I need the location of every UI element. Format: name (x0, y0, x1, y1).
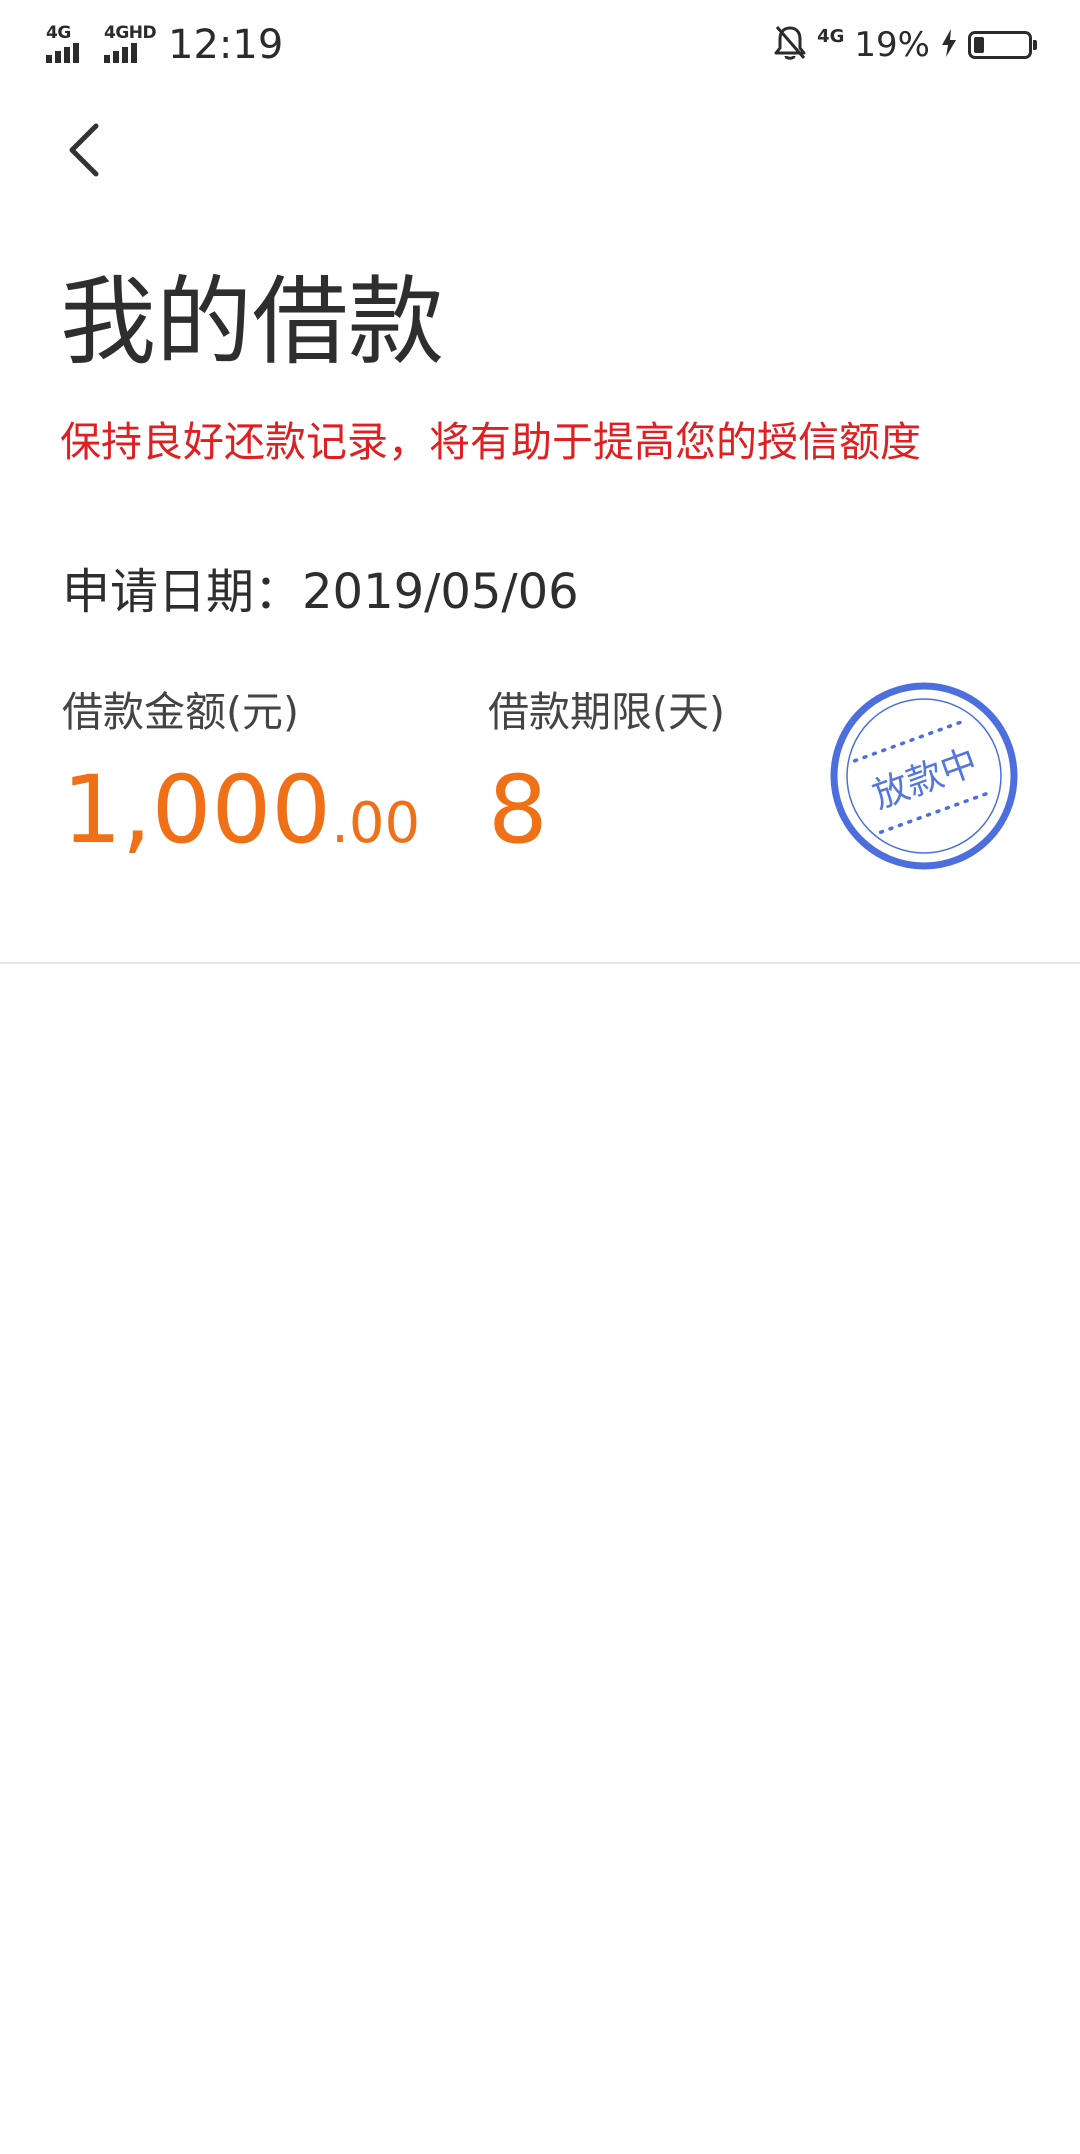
charging-icon (940, 28, 958, 62)
bell-off-icon (773, 24, 807, 66)
loan-amount-value: 1,000.00 (62, 752, 420, 896)
credit-tip: 保持良好还款记录，将有助于提高您的授信额度 (60, 418, 921, 466)
signal-icon: 4GHD (104, 23, 157, 67)
loan-amount-integer: 1,000 (62, 756, 332, 865)
status-stamp: 放款中 (828, 680, 1020, 872)
battery-icon (968, 31, 1037, 59)
chevron-left-icon (69, 123, 99, 177)
loan-amount-label: 借款金额(元) (62, 688, 299, 736)
battery-percent: 19% (854, 25, 930, 65)
status-bar-right: 4G 19% (773, 16, 1037, 74)
status-bar-left: 4G 4GHD 12:19 (46, 16, 283, 74)
status-bar: 4G 4GHD 12:19 4G 19% (0, 0, 1080, 90)
page-title: 我的借款 (60, 266, 444, 378)
apply-date-value: 2019/05/06 (302, 564, 579, 620)
clock: 12:19 (168, 22, 284, 68)
network-type-label: 4GHD (104, 23, 157, 43)
signal-icon: 4G (46, 23, 94, 67)
network-type-label: 4G (46, 23, 71, 43)
battery-level (974, 37, 984, 53)
loan-term-value: 8 (488, 756, 548, 865)
loan-amount-decimal: .00 (331, 791, 421, 856)
loan-term-label: 借款期限(天) (488, 688, 725, 736)
apply-date-label: 申请日期： (62, 564, 303, 620)
apply-date-row: 申请日期：2019/05/06 (62, 562, 579, 622)
section-divider (0, 962, 1080, 964)
network-type-label: 4G (817, 25, 845, 47)
back-button[interactable] (56, 112, 116, 188)
